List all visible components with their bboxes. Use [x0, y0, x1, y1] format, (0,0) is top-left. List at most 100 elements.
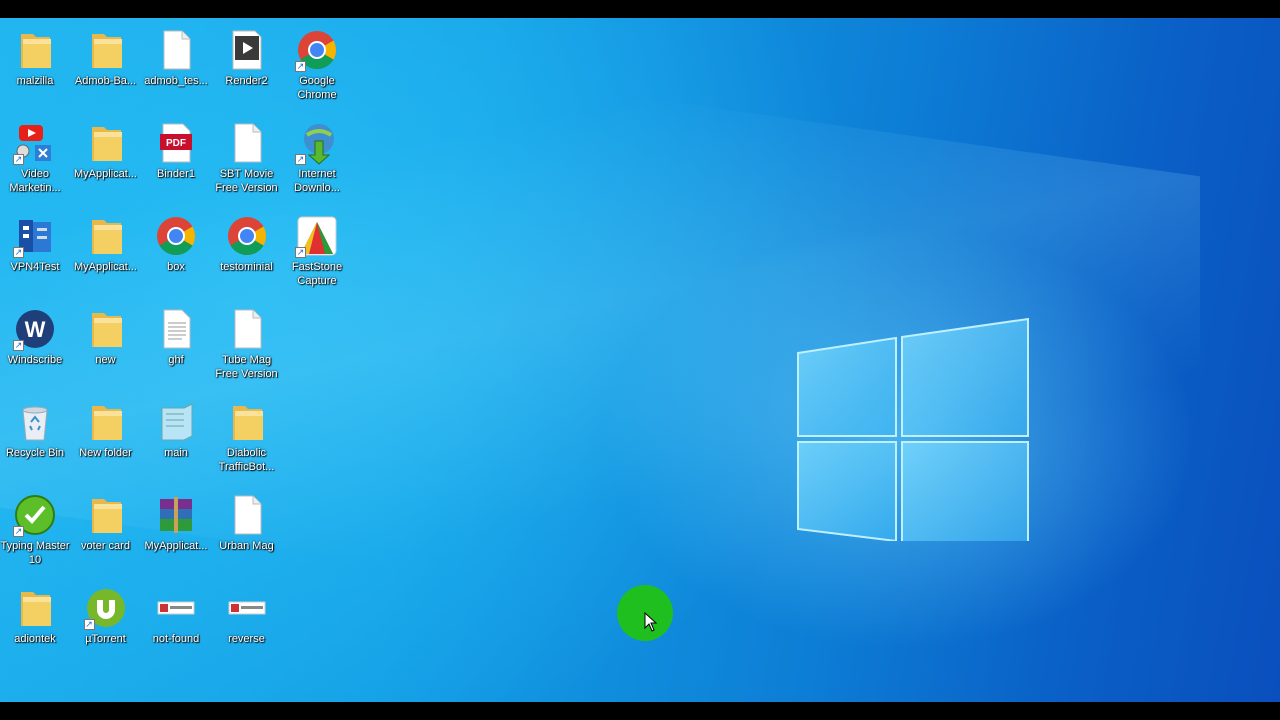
- desktop-icon-16[interactable]: new: [71, 307, 141, 367]
- desktop-icon-label: MyApplicat...: [144, 540, 208, 552]
- desktop-icon-0[interactable]: malzilla: [0, 28, 70, 88]
- blank-file-icon: [225, 121, 269, 165]
- desktop-icon-22[interactable]: Diabolic TrafficBot...: [212, 400, 282, 474]
- utorrent-icon: ↗: [83, 586, 128, 630]
- desktop-icon-13[interactable]: testominial: [212, 214, 282, 274]
- desktop-icon-label: Binder1: [157, 168, 195, 180]
- desktop-icon-6[interactable]: MyApplicat...: [71, 121, 141, 181]
- desktop-icon-21[interactable]: main: [141, 400, 211, 460]
- shortcut-arrow-icon: ↗: [295, 154, 306, 165]
- chrome-icon: ↗: [295, 28, 339, 72]
- typing-master-icon: ↗: [13, 493, 57, 537]
- desktop-icon-label: VPN4Test: [10, 261, 60, 273]
- desktop-icon-label: Recycle Bin: [5, 447, 65, 459]
- svg-text:PDF: PDF: [166, 138, 186, 149]
- desktop-icon-2[interactable]: admob_tes...: [141, 28, 211, 88]
- desktop-icon-28[interactable]: ↗ µTorrent: [71, 586, 141, 646]
- desktop-icon-label: Google Chrome: [297, 75, 337, 101]
- desktop-icon-label: box: [167, 261, 185, 273]
- desktop-icon-25[interactable]: MyApplicat...: [141, 493, 211, 553]
- desktop-icon-label: Video Marketin...: [9, 168, 61, 194]
- desktop-icon-18[interactable]: Tube Mag Free Version: [212, 307, 282, 381]
- desktop-icon-24[interactable]: voter card: [71, 493, 141, 553]
- folder-icon: [84, 400, 128, 444]
- folder-icon: [13, 586, 57, 630]
- mouse-cursor-icon: [644, 611, 658, 632]
- shortcut-arrow-icon: ↗: [295, 247, 306, 258]
- folder-icon: [13, 28, 57, 72]
- svg-text:W: W: [25, 317, 46, 342]
- desktop-icon-1[interactable]: Admob-Ba...: [71, 28, 141, 88]
- desktop-icon-label: FastStone Capture: [291, 261, 343, 287]
- folder-icon: [84, 307, 128, 351]
- desktop-icon-9[interactable]: ↗ Internet Downlo...: [282, 121, 352, 195]
- shortcut-arrow-icon: ↗: [13, 154, 24, 165]
- internet-download-manager-icon: ↗: [295, 121, 339, 165]
- desktop-icon-7[interactable]: PDF Binder1: [141, 121, 211, 181]
- chrome-icon: [154, 214, 198, 258]
- desktop[interactable]: malzilla Admob-Ba... admob_tes... Render2 ↗ G…: [0, 18, 1280, 702]
- shortcut-arrow-icon: ↗: [13, 247, 24, 258]
- blank-file-icon: [225, 307, 269, 351]
- desktop-icon-label: Admob-Ba...: [74, 75, 137, 87]
- desktop-icon-11[interactable]: MyApplicat...: [71, 214, 141, 274]
- video-marketing-icon: ↗: [13, 121, 57, 165]
- shortcut-arrow-icon: ↗: [13, 526, 24, 537]
- desktop-icon-label: Tube Mag Free Version: [215, 354, 278, 380]
- desktop-icon-label: ghf: [168, 354, 184, 366]
- shortcut-arrow-icon: ↗: [13, 340, 24, 351]
- desktop-icon-29[interactable]: not-found: [141, 586, 211, 646]
- desktop-icon-label: Windscribe: [7, 354, 63, 366]
- blank-file-icon: [154, 28, 198, 72]
- folder-icon: [84, 493, 128, 537]
- image-file-icon: [154, 586, 198, 630]
- desktop-icon-label: admob_tes...: [144, 75, 208, 87]
- folder-icon: [84, 121, 128, 165]
- desktop-icon-label: SBT Movie Free Version: [215, 168, 278, 194]
- recycle-bin-icon: [13, 400, 57, 444]
- desktop-icon-label: MyApplicat...: [74, 168, 137, 180]
- desktop-icon-8[interactable]: SBT Movie Free Version: [212, 121, 282, 195]
- desktop-icon-14[interactable]: ↗ FastStone Capture: [282, 214, 352, 288]
- desktop-icon-label: µTorrent: [85, 633, 126, 645]
- desktop-icon-label: new: [95, 354, 116, 366]
- desktop-icon-label: voter card: [81, 540, 130, 552]
- desktop-icon-label: reverse: [228, 633, 265, 645]
- desktop-icon-15[interactable]: W ↗ Windscribe: [0, 307, 70, 367]
- desktop-icon-label: Internet Downlo...: [294, 168, 340, 194]
- desktop-icon-label: Render2: [225, 75, 268, 87]
- image-file-icon: [225, 586, 269, 630]
- text-file-icon: [154, 307, 198, 351]
- desktop-icon-20[interactable]: New folder: [71, 400, 141, 460]
- windows-logo-wallpaper: [796, 301, 1032, 559]
- desktop-icon-label: adiontek: [14, 633, 56, 645]
- desktop-icon-10[interactable]: ↗ VPN4Test: [0, 214, 70, 274]
- desktop-icon-4[interactable]: ↗ Google Chrome: [282, 28, 352, 102]
- desktop-icon-5[interactable]: ↗ Video Marketin...: [0, 121, 70, 195]
- desktop-icon-17[interactable]: ghf: [141, 307, 211, 367]
- shortcut-arrow-icon: ↗: [295, 61, 306, 72]
- winrar-icon: [154, 493, 198, 537]
- desktop-icon-30[interactable]: reverse: [212, 586, 282, 646]
- vpn-icon: ↗: [13, 214, 57, 258]
- desktop-icon-label: malzilla: [16, 75, 54, 87]
- desktop-icon-label: Urban Mag: [219, 540, 274, 552]
- notepad-icon: [154, 400, 198, 444]
- desktop-icon-label: not-found: [152, 633, 200, 645]
- pdf-icon: PDF: [154, 121, 198, 165]
- chrome-icon: [225, 214, 269, 258]
- folder-icon: [84, 28, 128, 72]
- desktop-icon-19[interactable]: Recycle Bin: [0, 400, 70, 460]
- desktop-icon-3[interactable]: Render2: [212, 28, 282, 88]
- desktop-icon-27[interactable]: adiontek: [0, 586, 70, 646]
- desktop-icon-label: Diabolic TrafficBot...: [218, 447, 275, 473]
- desktop-icon-26[interactable]: Urban Mag: [212, 493, 282, 553]
- folder-icon: [84, 214, 128, 258]
- desktop-icon-12[interactable]: box: [141, 214, 211, 274]
- desktop-icon-label: Typing Master 10: [0, 540, 70, 566]
- desktop-icon-label: testominial: [220, 261, 273, 273]
- shortcut-arrow-icon: ↗: [83, 619, 95, 630]
- desktop-icon-23[interactable]: ↗ Typing Master 10: [0, 493, 70, 567]
- folder-icon: [225, 400, 269, 444]
- windscribe-icon: W ↗: [13, 307, 57, 351]
